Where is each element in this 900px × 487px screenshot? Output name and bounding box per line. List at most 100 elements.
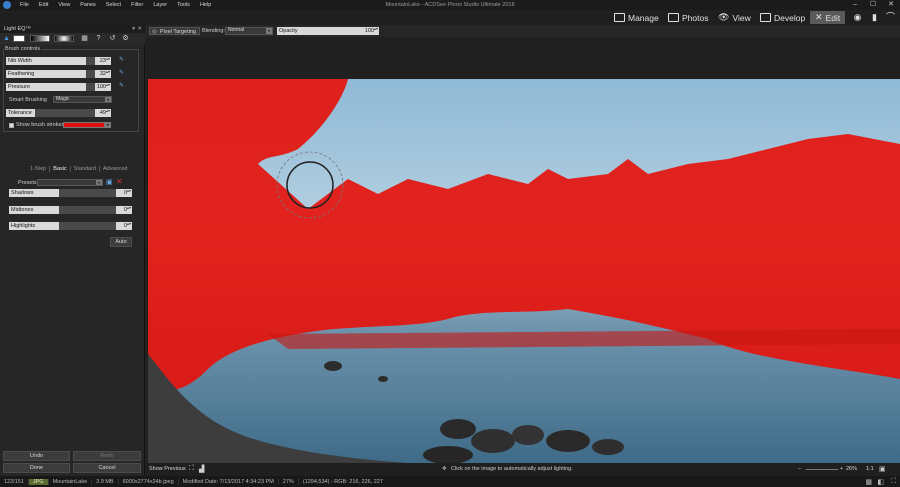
eraser-icon[interactable]: ✎	[118, 70, 125, 77]
radial-swatch[interactable]	[54, 35, 74, 42]
mode-manage-button[interactable]: Manage	[614, 11, 659, 24]
midtones-value[interactable]: 0 ▴▾	[116, 206, 132, 214]
tab-standard[interactable]: Standard	[71, 166, 100, 172]
show-strokes-label: Show brush strokes	[16, 122, 65, 128]
cursor-hint-icon: ✥	[442, 466, 447, 472]
done-button[interactable]: Done	[3, 463, 70, 473]
midtones-slider[interactable]: Midtones	[9, 206, 116, 214]
close-icon[interactable]: ✕	[882, 0, 900, 10]
save-preset-icon[interactable]: ▣	[106, 178, 113, 186]
view-split-icon[interactable]: ◧	[877, 478, 884, 486]
delete-preset-icon[interactable]: ✕	[116, 177, 123, 186]
brush-icon[interactable]: ✎	[118, 57, 125, 64]
menu-filter[interactable]: Filter	[126, 2, 148, 8]
image-count: 122/151	[0, 478, 29, 485]
light-eq-panel: Light EQ™ ▾ ✕ ▲ ▦ ? ↺ ⚙ Brush controls N…	[0, 25, 145, 476]
image-canvas[interactable]	[146, 37, 900, 463]
feathering-value[interactable]: 32 ▴▾	[95, 70, 111, 78]
chevron-down-icon: ▾	[105, 97, 111, 102]
minimize-icon[interactable]: –	[846, 0, 864, 10]
feathering-slider[interactable]: Feathering	[6, 70, 109, 78]
shadows-value[interactable]: 0 ▴▾	[116, 189, 132, 197]
blending-dropdown[interactable]: Normal ▾	[225, 27, 273, 35]
layers-icon[interactable]: ▦	[80, 34, 89, 43]
menu-layer[interactable]: Layer	[148, 2, 172, 8]
presets-label: Presets	[18, 180, 37, 186]
wifi-icon[interactable]: ⌒	[885, 12, 896, 23]
view-grid-icon[interactable]: ▦	[865, 478, 872, 486]
365-icon[interactable]: ◉	[852, 12, 863, 23]
auto-button[interactable]: Auto	[110, 237, 132, 247]
gradient-swatch[interactable]	[30, 35, 50, 42]
reset-icon[interactable]: ↺	[108, 34, 117, 43]
dashboard-icon[interactable]: ▮	[869, 12, 880, 23]
menu-view[interactable]: View	[53, 2, 75, 8]
crop-icon[interactable]: ⛶	[189, 465, 194, 473]
menu-tools[interactable]: Tools	[172, 2, 195, 8]
tolerance-slider[interactable]: Tolerance	[6, 109, 109, 117]
info-icon[interactable]: ?	[94, 34, 103, 43]
cancel-button[interactable]: Cancel	[73, 463, 141, 473]
pixel-targeting-button[interactable]: ◎ Pixel Targeting	[149, 27, 200, 35]
panel-close-icon[interactable]: ✕	[137, 26, 142, 32]
fit-icon[interactable]: ▣	[879, 465, 886, 473]
tab-advanced[interactable]: Advanced	[100, 166, 130, 172]
mode-photos-button[interactable]: Photos	[668, 11, 708, 24]
tolerance-value[interactable]: 49 ▴▾	[95, 109, 111, 117]
histogram-icon[interactable]: ▟	[199, 465, 204, 473]
target-icon: ◎	[152, 29, 157, 35]
maximize-icon[interactable]: ☐	[864, 0, 882, 10]
mode-view-button[interactable]: 👁 View	[718, 11, 751, 24]
tab-basic[interactable]: Basic	[50, 166, 71, 172]
app-logo-icon	[3, 1, 11, 9]
undo-button[interactable]: Undo	[3, 451, 70, 461]
blending-label: Blending:	[202, 28, 225, 34]
grid-icon	[614, 13, 625, 22]
stroke-color-swatch[interactable]	[63, 122, 105, 128]
opacity-value[interactable]: 100 ▴▾	[357, 27, 379, 35]
settings-icon[interactable]: ⚙	[121, 34, 130, 43]
zoom-in-icon[interactable]: +	[840, 466, 843, 472]
zoom-value[interactable]: 26%	[846, 466, 857, 472]
stroke-color-dropdown-icon[interactable]: ▾	[105, 122, 111, 128]
menu-file[interactable]: File	[15, 2, 34, 8]
menu-edit[interactable]: Edit	[34, 2, 53, 8]
brush-white-swatch[interactable]	[13, 35, 25, 42]
redo-button[interactable]: Redo	[73, 451, 141, 461]
brush-alt-icon[interactable]: ✎	[118, 83, 125, 90]
smart-brushing-dropdown[interactable]: Magic ▾	[53, 96, 112, 103]
eye-icon: 👁	[718, 12, 730, 22]
menu-panes[interactable]: Panes	[75, 2, 101, 8]
menu-help[interactable]: Help	[195, 2, 216, 8]
edit-toolbar: ◎ Pixel Targeting Blending: Normal ▾ Opa…	[146, 25, 900, 37]
pin-icon[interactable]: ▾	[132, 26, 135, 32]
nib-width-value[interactable]: 23 ▴▾	[95, 57, 111, 65]
shadows-slider[interactable]: Shadows	[9, 189, 116, 197]
mode-edit-button[interactable]: ✕ Edit	[810, 11, 846, 24]
view-full-icon[interactable]: ⛶	[891, 478, 896, 486]
file-name: MountainLake	[49, 478, 93, 485]
zoom-slider[interactable]	[806, 469, 838, 470]
opacity-slider[interactable]: Opacity	[277, 27, 357, 35]
status-bar: 122/151 JPG MountainLake 3.9 MB 6000x277…	[0, 476, 900, 487]
menu-select[interactable]: Select	[101, 2, 126, 8]
pressure-slider[interactable]: Pressure	[6, 83, 109, 91]
panel-toolbar: ▲ ▦ ? ↺ ⚙	[0, 33, 145, 45]
nib-width-slider[interactable]: Nib Width	[6, 57, 109, 65]
file-size: 3.9 MB	[92, 478, 119, 485]
mode-develop-button[interactable]: Develop	[760, 11, 805, 24]
pressure-value[interactable]: 100 ▴▾	[95, 83, 111, 91]
show-strokes-checkbox[interactable]	[9, 123, 14, 128]
show-previous-button[interactable]: Show Previous	[149, 466, 186, 472]
zoom-ratio[interactable]: 1:1	[866, 466, 874, 472]
menu-bar: File Edit View Panes Select Filter Layer…	[0, 0, 900, 10]
tab-1-step[interactable]: 1-Step	[27, 166, 51, 172]
photo-mountain-lake[interactable]	[148, 79, 900, 463]
pixel-info: (1294,534) - RGB: 216, 226, 227	[302, 478, 383, 485]
presets-dropdown[interactable]: ▾	[37, 179, 103, 186]
brush-controls-label: Brush controls	[4, 46, 42, 52]
chevron-down-icon: ▾	[266, 28, 272, 34]
zoom-out-icon[interactable]: −	[798, 466, 801, 472]
highlights-value[interactable]: 0 ▴▾	[116, 222, 132, 230]
highlights-slider[interactable]: Highlights	[9, 222, 116, 230]
